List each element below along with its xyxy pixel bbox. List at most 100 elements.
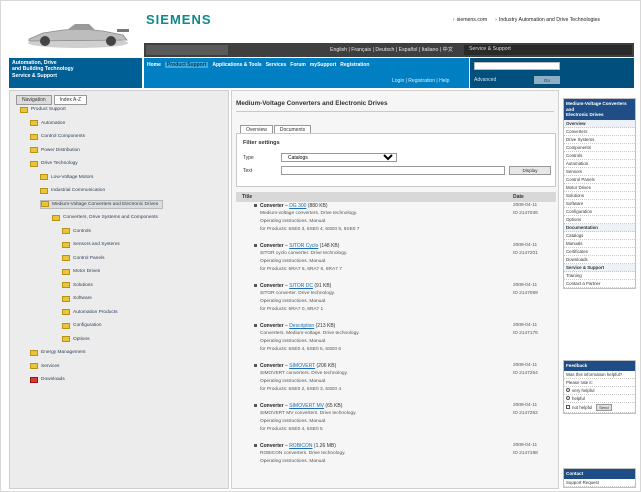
tree-item[interactable]: Downloads [30,375,65,384]
tree-item-label: Configuration [73,323,102,328]
folder-icon [62,268,70,275]
language-links[interactable]: English | Français | Deutsch | Español |… [330,46,453,53]
site-title-line-3: Service & Support [12,72,57,79]
filter-heading: Filter settings [243,140,280,146]
radio-icon[interactable] [566,396,570,401]
related-links-box: Medium-Voltage Converters and Electronic… [563,98,636,289]
related-link[interactable]: Certificates [564,248,635,256]
document-link[interactable]: SIMOVERT MV [289,403,324,409]
tree-item[interactable]: Software [62,294,92,303]
tree-item-label: Control Components [41,134,85,139]
checkbox-icon[interactable] [566,405,570,410]
related-link[interactable]: Solutions [564,192,635,200]
nav-item-4[interactable]: Forum [290,62,306,68]
tab-navigation[interactable]: Navigation [16,95,52,105]
related-section-heading: Overview [564,119,635,128]
column-title[interactable]: Title [242,194,252,200]
document-link[interactable]: SITOR DC [289,283,313,289]
related-link[interactable]: Automation [564,160,635,168]
related-link[interactable]: Contact a Partner [564,280,635,288]
folder-icon [62,336,70,342]
tree-item[interactable]: Motor Drives [62,267,100,276]
related-link[interactable]: Configuration [564,208,635,216]
tree-item[interactable]: Industrial Communication [40,186,105,195]
related-link[interactable]: Software [564,200,635,208]
tree-item[interactable]: Controls [62,227,91,236]
tree-item[interactable]: Options [62,335,90,344]
nav-item-1[interactable]: Product Support [164,62,209,68]
related-link[interactable]: Options [564,216,635,224]
document-link[interactable]: DG 300 [289,203,306,209]
tree-item[interactable]: Configuration [62,321,102,330]
top-link-industry[interactable]: › Industry Automation and Drive Technolog… [495,17,600,23]
nav-item-5[interactable]: mySupport [310,62,336,68]
feedback-option-3[interactable]: not helpful Send [564,403,635,413]
related-link[interactable]: Converters [564,128,635,136]
row-description-2: Operating instructions. Manual. [260,339,327,344]
display-button[interactable]: Display [509,166,551,175]
related-link[interactable]: Training [564,272,635,280]
related-link[interactable]: Control Panels [564,176,635,184]
bullet-icon [254,444,257,447]
row-date: 2008-04-11 [513,283,538,288]
related-link[interactable]: Catalogs [564,232,635,240]
nav-item-0[interactable]: Home [147,62,161,68]
tree-item-label: Software [73,296,92,301]
tree-item[interactable]: Control Components [30,132,85,141]
tree-item[interactable]: Product Support [20,105,66,114]
row-products: for Products: 6SE0 4, 6SE0 5 [260,427,323,432]
feedback-prompt: Please rate it: [564,379,635,387]
tree-item[interactable]: Medium-Voltage Converters and Electronic… [40,199,164,209]
related-link[interactable]: Drive Systems [564,136,635,144]
tree-item[interactable]: Automation Products [62,308,118,317]
search-button[interactable]: Go [534,76,560,84]
row-title: Converter – DG 300 (880 KB) [260,203,328,209]
document-link[interactable]: Description [289,323,314,329]
nav-item-2[interactable]: Applications & Tools [212,62,261,68]
portal-label: Service & Support [469,46,511,52]
tree-item-label: Automation [41,120,66,126]
tree-item[interactable]: Sensors and Systems [62,240,120,249]
related-link[interactable]: Components [564,144,635,152]
tab-index[interactable]: Index A-Z [53,95,88,105]
column-date[interactable]: Date [513,194,524,200]
row-description: SITOR converter. Drive technology. [260,291,336,296]
tree-item[interactable]: Solutions [62,281,93,290]
feedback-option-2[interactable]: helpful [564,395,635,403]
type-select[interactable]: Catalogs [281,153,397,162]
tree-item[interactable]: Control Panels [62,254,104,263]
feedback-send-button[interactable]: Send [596,403,612,411]
document-link[interactable]: ROBICON [289,443,312,449]
tree-item[interactable]: Converters, Drive Systems and Components [52,213,158,222]
related-link[interactable]: Sensors [564,168,635,176]
contact-link-support-request[interactable]: Support Request [564,479,635,487]
text-filter-input[interactable] [281,166,505,175]
folder-icon [30,376,38,383]
nav-item-6[interactable]: Registration [340,62,369,68]
top-link-siemens[interactable]: › siemens.com [453,17,487,23]
siemens-logo[interactable]: SIEMENS [146,12,212,27]
related-section-heading: Documentation [564,223,635,232]
tree-item-label: Motor Drives [73,269,101,274]
tree-item[interactable]: Automation [30,119,65,128]
feedback-option-1[interactable]: very helpful [564,387,635,395]
row-title: Converter – Description (213 KB) [260,323,336,329]
document-link[interactable]: SIMOVERT [289,363,315,369]
advanced-search-link[interactable]: Advanced [474,77,496,83]
tree-item[interactable]: Services [30,362,59,371]
tree-item[interactable]: Drive Technology [30,159,78,168]
tree-item[interactable]: Low-Voltage Motors [40,173,93,182]
radio-icon[interactable] [566,388,570,393]
search-input[interactable] [474,62,560,70]
nav-sub-links[interactable]: Login | Registration | Help [392,78,449,84]
folder-icon [62,255,70,261]
document-link[interactable]: SITOR Cyclo [289,243,318,249]
row-prefix: Converter [260,203,284,209]
related-link[interactable]: Manuals [564,240,635,248]
related-link[interactable]: Motor Drives [564,184,635,192]
related-link[interactable]: Downloads [564,256,635,264]
nav-item-3[interactable]: Services [266,62,287,68]
tree-item[interactable]: Power Distribution [30,146,80,155]
related-link[interactable]: Controls [564,152,635,160]
tree-item[interactable]: Energy Management [30,348,86,357]
